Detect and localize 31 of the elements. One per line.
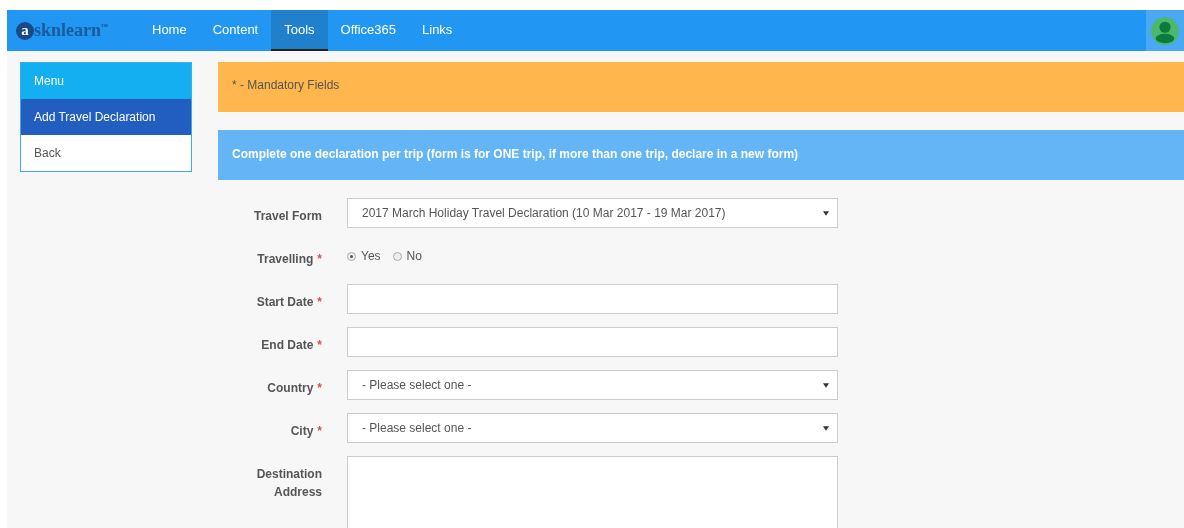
required-mark: *: [317, 252, 322, 266]
field-label: Travel Form: [253, 209, 322, 223]
menu-heading: Menu: [21, 63, 191, 99]
instruction-banner: Complete one declaration per trip (form is for ONE trip, if more than one trip, declare in a new form): [218, 130, 1184, 180]
field-label: Travelling: [257, 252, 314, 266]
nav-tab[interactable]: Tools: [271, 10, 328, 51]
radio-option[interactable]: Yes: [347, 249, 381, 263]
address-field[interactable]: [347, 456, 838, 528]
input-field[interactable]: [347, 327, 838, 357]
profile-button[interactable]: [1146, 10, 1184, 51]
field-label: End Date: [261, 338, 314, 352]
required-mark: *: [317, 424, 322, 438]
sidebar-item[interactable]: Back: [21, 135, 191, 171]
user-avatar-icon: [1151, 16, 1179, 45]
caret-icon: [823, 210, 829, 216]
required-mark: *: [317, 295, 322, 309]
required-mark: *: [317, 381, 322, 395]
dropdown[interactable]: 2017 March Holiday Travel Declaration (10 Mar 2017 - 19 Mar 2017): [347, 198, 838, 228]
field-label: Start Date: [256, 295, 314, 309]
caret-icon: [823, 382, 829, 388]
sidebar-item[interactable]: Add Travel Declaration: [21, 99, 191, 135]
field-label: City: [290, 424, 314, 438]
input-field[interactable]: [347, 284, 838, 314]
radio-option[interactable]: No: [392, 249, 422, 263]
field-label: Country: [267, 381, 314, 395]
required-mark: *: [317, 338, 322, 352]
dropdown[interactable]: - Please select one -: [347, 370, 838, 400]
caret-icon: [823, 425, 829, 431]
mandatory-notice: * - Mandatory Fields: [218, 62, 1184, 112]
field-label: Destination Address: [256, 467, 322, 499]
dropdown[interactable]: - Please select one -: [347, 413, 838, 443]
